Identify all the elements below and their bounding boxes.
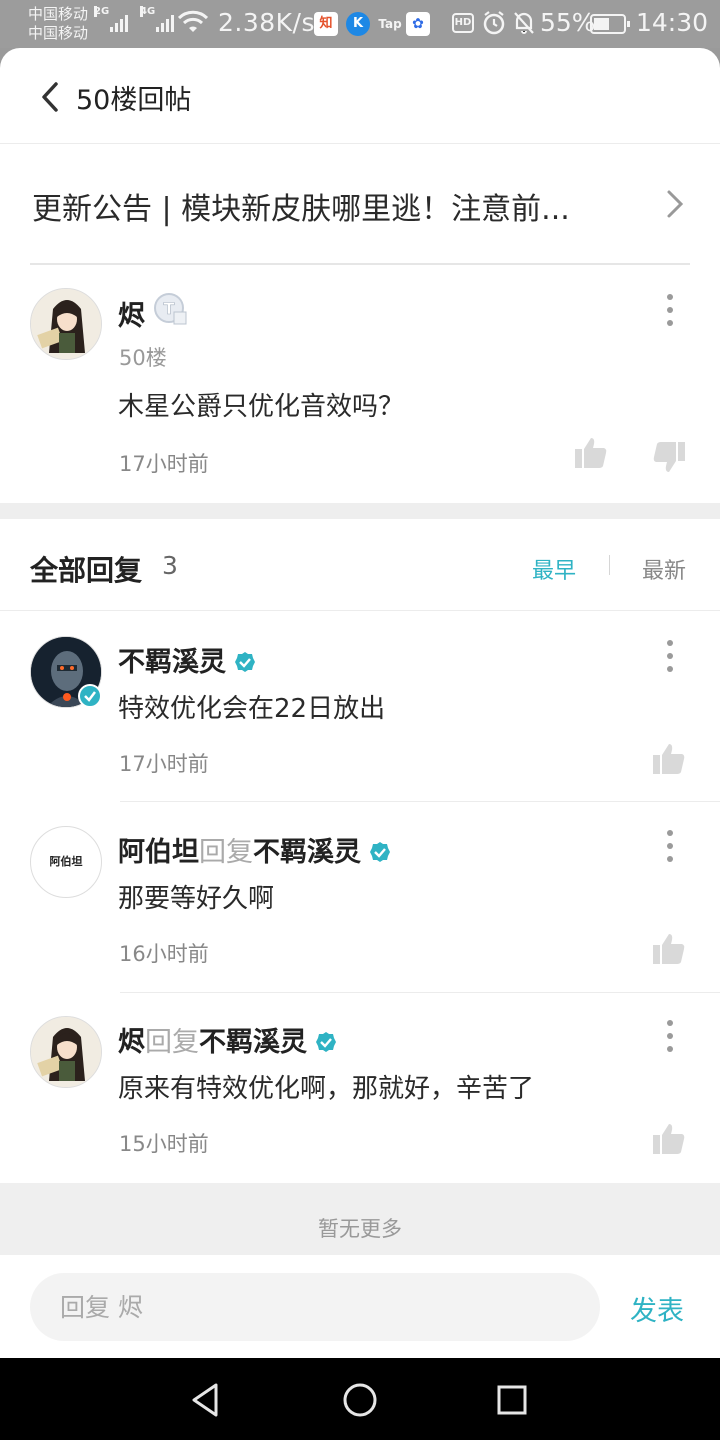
reply-sheet: 50楼回帖 更新公告 | 模块新皮肤哪里逃！注意前... 烬 T 50楼 木星公… [0,48,720,1358]
reply-to-user[interactable]: 不羁溪灵 [199,1027,307,1058]
anime-girl-avatar-image [31,289,101,359]
verified-icon [316,1032,336,1052]
post-content: 木星公爵只优化音效吗？ [118,392,405,422]
more-options-icon[interactable] [666,294,674,326]
network-gen-2: 4G [140,6,156,17]
reply-author[interactable]: 烬 [118,1027,145,1058]
thumbs-up-icon[interactable] [652,932,686,966]
reply-author[interactable]: 阿伯坦 [118,837,199,868]
battery-fill [594,18,609,30]
divider [30,263,690,265]
hd-indicator: HD [452,13,474,33]
reply-content: 那要等好久啊 [118,884,275,914]
zhihu-icon: 知 [314,12,338,36]
back-arrow-icon[interactable] [36,80,66,114]
reply-author[interactable]: 不羁溪灵 [118,647,226,678]
carrier-2: 中国移动 [28,24,89,42]
recents-square-icon[interactable] [492,1380,532,1420]
reply-content: 特效优化会在22日放出 [118,694,386,724]
sort-latest-button[interactable]: 最新 [642,553,686,585]
signal-2-icon: 4G [140,6,174,32]
topic-link[interactable]: 更新公告 | 模块新皮肤哪里逃！注意前... [0,144,720,264]
carrier-labels: 中国移动 中国移动 [28,5,88,43]
taptap-icon: Tap [378,17,402,31]
signal-1-icon: 2G [94,6,128,32]
avatar[interactable]: 阿伯坦 [30,826,102,898]
more-options-icon[interactable] [666,1020,674,1052]
wifi-icon [178,10,208,32]
author-name-text[interactable]: 烬 [118,301,145,332]
home-circle-icon[interactable] [340,1380,380,1420]
status-bar: 中国移动 中国移动 2G 4G 2.38K/s 知 K Tap ✿ HD 55%… [0,0,720,48]
verified-icon [235,652,255,672]
send-button[interactable]: 发表 [630,1289,684,1328]
reply-to-user[interactable]: 不羁溪灵 [253,837,361,868]
floor-number: 50楼 [119,346,167,370]
avatar[interactable] [30,1016,102,1088]
no-more-label: 暂无更多 [0,1183,720,1255]
reply-author-line: 烬回复不羁溪灵 [118,1020,337,1059]
reply-word: 回复 [199,837,253,868]
level-badge-icon: T [154,293,187,325]
reply-author-line: 阿伯坦回复不羁溪灵 [118,830,391,869]
network-gen-1: 2G [94,6,110,17]
reply-author-line: 不羁溪灵 [118,640,256,679]
back-triangle-icon[interactable] [186,1380,226,1420]
topic-title[interactable]: 更新公告 | 模块新皮肤哪里逃！注意前... [32,184,632,228]
post-time: 17小时前 [119,452,209,476]
carrier-1: 中国移动 [28,5,89,23]
replies-header: 全部回复 3 最早 最新 [0,519,720,611]
replies-title: 全部回复 [30,554,143,587]
more-options-icon[interactable] [666,640,674,672]
thumbs-up-icon[interactable] [652,742,686,776]
more-options-icon[interactable] [666,830,674,862]
avatar-text: 阿伯坦 [49,855,83,868]
reply-time: 15小时前 [119,1132,209,1156]
alarm-icon [483,11,505,35]
reply-time: 16小时前 [119,942,209,966]
baidu-icon: ✿ [406,12,430,36]
reply-bar: 发表 [0,1255,720,1358]
header: 50楼回帖 [0,48,720,144]
section-gap [0,503,720,519]
chevron-right-icon[interactable] [664,188,686,220]
avatar[interactable] [30,288,102,360]
row-divider [120,992,720,993]
kugou-icon: K [346,12,370,36]
author-name[interactable]: 烬 [118,294,145,333]
thumbs-down-icon[interactable] [652,440,686,474]
verified-badge-icon [78,684,102,708]
navigation-bar [0,1358,720,1440]
reply-content: 原来有特效优化啊，那就好，辛苦了 [118,1074,535,1104]
sort-divider [609,555,610,575]
anime-girl-avatar-image [31,1017,101,1087]
reply-time: 17小时前 [119,752,209,776]
mute-bell-icon [514,12,534,34]
level-badge-text: T [164,299,175,318]
network-speed: 2.38K/s [218,8,316,37]
battery-icon [590,14,630,34]
sort-earliest-button[interactable]: 最早 [532,553,576,585]
replies-count: 3 [162,551,178,580]
reply-word: 回复 [145,1027,199,1058]
verified-icon [370,842,390,862]
clock: 14:30 [636,8,709,37]
page-title: 50楼回帖 [76,85,192,116]
reply-input[interactable] [30,1273,600,1341]
battery-percent: 55% [540,8,596,37]
row-divider [120,801,720,802]
thumbs-up-icon[interactable] [574,436,608,470]
thumbs-up-icon[interactable] [652,1122,686,1156]
